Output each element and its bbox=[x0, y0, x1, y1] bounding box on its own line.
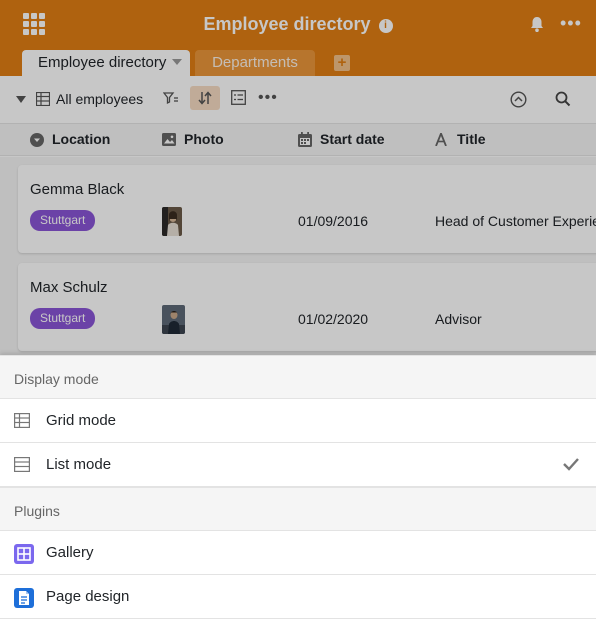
menu-item-label: Grid mode bbox=[46, 412, 117, 429]
menu-item-gallery[interactable]: Gallery bbox=[0, 531, 596, 575]
grid-mode-icon bbox=[14, 413, 30, 428]
modal-backdrop[interactable] bbox=[0, 0, 596, 355]
display-mode-sheet: Display mode Grid mode List mode Plugins bbox=[0, 355, 596, 619]
section-label: Display mode bbox=[14, 371, 99, 387]
menu-item-list-mode[interactable]: List mode bbox=[0, 443, 596, 487]
section-header-plugins: Plugins bbox=[0, 487, 596, 531]
menu-item-page-design[interactable]: Page design bbox=[0, 575, 596, 619]
gallery-icon bbox=[14, 544, 34, 564]
menu-item-label: Page design bbox=[46, 588, 130, 605]
menu-item-grid-mode[interactable]: Grid mode bbox=[0, 399, 596, 443]
section-header-display-mode: Display mode bbox=[0, 355, 596, 399]
menu-item-label: Gallery bbox=[46, 544, 94, 561]
section-label: Plugins bbox=[14, 503, 60, 519]
list-mode-icon bbox=[14, 457, 30, 472]
menu-item-label: List mode bbox=[46, 456, 112, 473]
page-design-icon bbox=[14, 588, 34, 608]
checkmark-icon bbox=[563, 458, 579, 471]
